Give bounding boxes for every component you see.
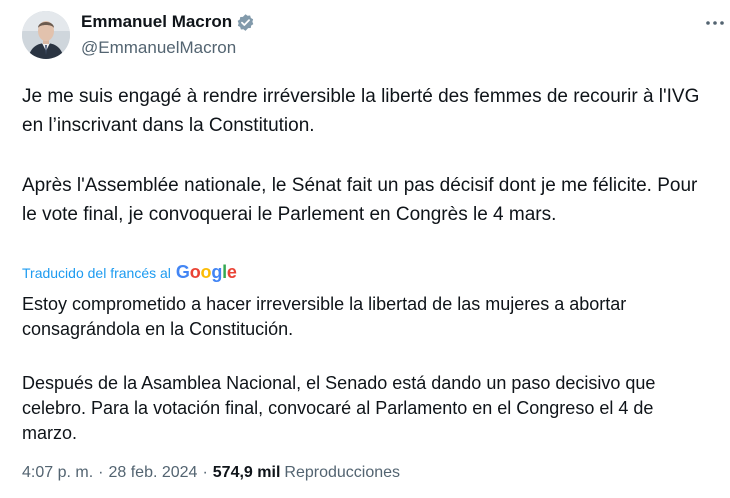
tweet-translated-paragraph-1: Estoy comprometido a hacer irreversible … (22, 294, 627, 339)
translation-attribution[interactable]: Traducido del francés al Google (22, 262, 237, 283)
verified-badge-icon (236, 13, 255, 32)
avatar[interactable] (22, 11, 70, 59)
more-options-icon[interactable] (700, 10, 730, 36)
tweet-date[interactable]: 28 feb. 2024 (108, 464, 197, 482)
tweet-time[interactable]: 4:07 p. m. (22, 464, 93, 482)
tweet-translated-paragraph-2: Después de la Asamblea Nacional, el Sena… (22, 373, 656, 443)
tweet-original-paragraph-2: Après l'Assemblée nationale, le Sénat fa… (22, 175, 698, 225)
views-label[interactable]: Reproducciones (284, 464, 400, 482)
tweet: Emmanuel Macron @EmmanuelMacron Je me su… (0, 0, 730, 498)
author-name[interactable]: Emmanuel Macron (81, 12, 232, 32)
google-logo: Google (175, 262, 237, 282)
tweet-metadata: 4:07 p. m. · 28 feb. 2024 · 574,9 mil Re… (22, 464, 400, 482)
tweet-original-paragraph-1: Je me suis engagé à rendre irréversible … (22, 86, 700, 136)
avatar-image (22, 11, 70, 59)
meta-separator: · (98, 464, 104, 481)
translation-label[interactable]: Traducido del francés al (22, 265, 171, 281)
author-name-row: Emmanuel Macron (81, 12, 255, 32)
meta-separator: · (202, 464, 208, 481)
views-count[interactable]: 574,9 mil (213, 464, 281, 482)
author-handle[interactable]: @EmmanuelMacron (81, 38, 236, 58)
